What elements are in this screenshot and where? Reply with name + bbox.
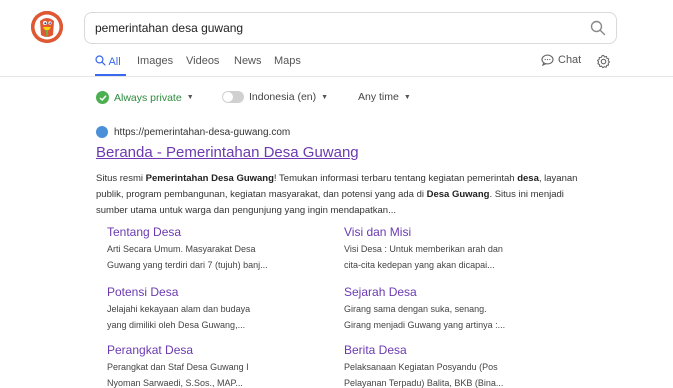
region-toggle[interactable] [222,91,244,103]
sitelink-description: yang dimiliki oleh Desa Guwang,... [107,320,246,330]
result-url[interactable]: https://pemerintahan-desa-guwang.com [114,127,290,138]
sitelink-description: Girang sama dengan suka, senang. [344,304,487,314]
sitelink-perangkat-desa: Perangkat Desa Perangkat dan Staf Desa G… [107,343,322,388]
duckduckgo-logo[interactable] [31,11,63,43]
search-input[interactable] [95,13,575,43]
sitelink-tentang-desa: Tentang Desa Arti Secara Umum. Masyaraka… [107,225,322,273]
sitelink-description: Perangkat dan Staf Desa Guwang I [107,362,249,372]
sitelink-description: Pelaksanaan Kegiatan Posyandu (Pos [344,362,498,372]
sitelink-title[interactable]: Potensi Desa [107,285,322,301]
result-title-link[interactable]: Beranda - Pemerintahan Desa Guwang [96,144,596,164]
search-icon[interactable] [590,20,606,36]
sitelink-description: cita-cita kedepan yang akan dicapai... [344,260,495,270]
chevron-down-icon: ▼ [186,94,194,101]
search-icon [95,55,106,66]
settings-gear-icon[interactable] [596,54,611,69]
time-filter[interactable]: Any time ▼ [358,91,411,103]
sitelink-description: Visi Desa : Untuk memberikan arah dan [344,244,503,254]
snippet-text: ! Temukan informasi terbaru tentang kegi… [273,173,518,184]
sitelink-description: Nyoman Sarwaedi, S.Sos., MAP... [107,378,243,388]
sitelink-description: Arti Secara Umum. Masyarakat Desa [107,244,256,254]
filter-bar: Always private ▼ Indonesia (en) ▼ Any ti… [0,91,673,107]
snippet-highlight: desa [517,173,539,184]
search-tabs: All Images Videos News Maps Chat [0,49,673,77]
chat-bubble-icon [541,54,554,66]
site-favicon-icon [96,126,108,138]
chat-button[interactable]: Chat [541,54,581,66]
sitelink-title[interactable]: Visi dan Misi [344,225,559,241]
snippet-highlight: Desa Guwang [426,189,490,200]
sitelink-title[interactable]: Sejarah Desa [344,285,559,301]
sitelink-title[interactable]: Perangkat Desa [107,343,322,359]
chevron-down-icon: ▼ [321,93,329,101]
region-label: Indonesia (en) [249,91,317,103]
time-label: Any time [358,91,399,103]
active-tab-indicator [95,74,126,76]
region-filter[interactable]: Indonesia (en) ▼ [222,91,328,103]
snippet-text: Situs resmi [96,173,146,184]
tab-all-label: All [108,56,121,68]
sitelink-description: Pelayanan Terpadu) Balita, BKB (Bina... [344,378,504,388]
sitelink-description: Jelajahi kekayaan alam dan budaya [107,304,251,314]
result-url-row[interactable]: https://pemerintahan-desa-guwang.com [96,125,596,139]
chat-label: Chat [558,54,582,66]
search-result: https://pemerintahan-desa-guwang.com Ber… [96,125,596,219]
always-private-label: Always private [114,91,182,104]
sitelink-visi-misi: Visi dan Misi Visi Desa : Untuk memberik… [344,225,559,273]
tab-videos[interactable]: Videos [186,55,219,67]
tab-images[interactable]: Images [137,55,173,67]
always-private-filter[interactable]: Always private ▼ [96,91,194,104]
chevron-down-icon: ▼ [403,93,411,101]
check-icon [96,91,109,104]
sitelink-description: Girang menjadi Guwang yang artinya :... [344,320,506,330]
snippet-highlight: Pemerintahan Desa Guwang [145,173,274,184]
tab-maps[interactable]: Maps [274,55,301,67]
duck-icon [31,11,63,43]
result-snippet: Situs resmi Pemerintahan Desa Guwang! Te… [96,171,591,219]
tab-news[interactable]: News [234,55,262,67]
sitelink-berita-desa: Berita Desa Pelaksanaan Kegiatan Posyand… [344,343,559,388]
sitelink-potensi-desa: Potensi Desa Jelajahi kekayaan alam dan … [107,285,322,333]
sitelink-title[interactable]: Berita Desa [344,343,559,359]
sitelink-title[interactable]: Tentang Desa [107,225,322,241]
sitelink-description: Guwang yang terdiri dari 7 (tujuh) banj.… [107,260,268,270]
search-bar [84,12,617,44]
sitelink-sejarah-desa: Sejarah Desa Girang sama dengan suka, se… [344,285,559,333]
tab-all[interactable]: All [95,55,121,68]
